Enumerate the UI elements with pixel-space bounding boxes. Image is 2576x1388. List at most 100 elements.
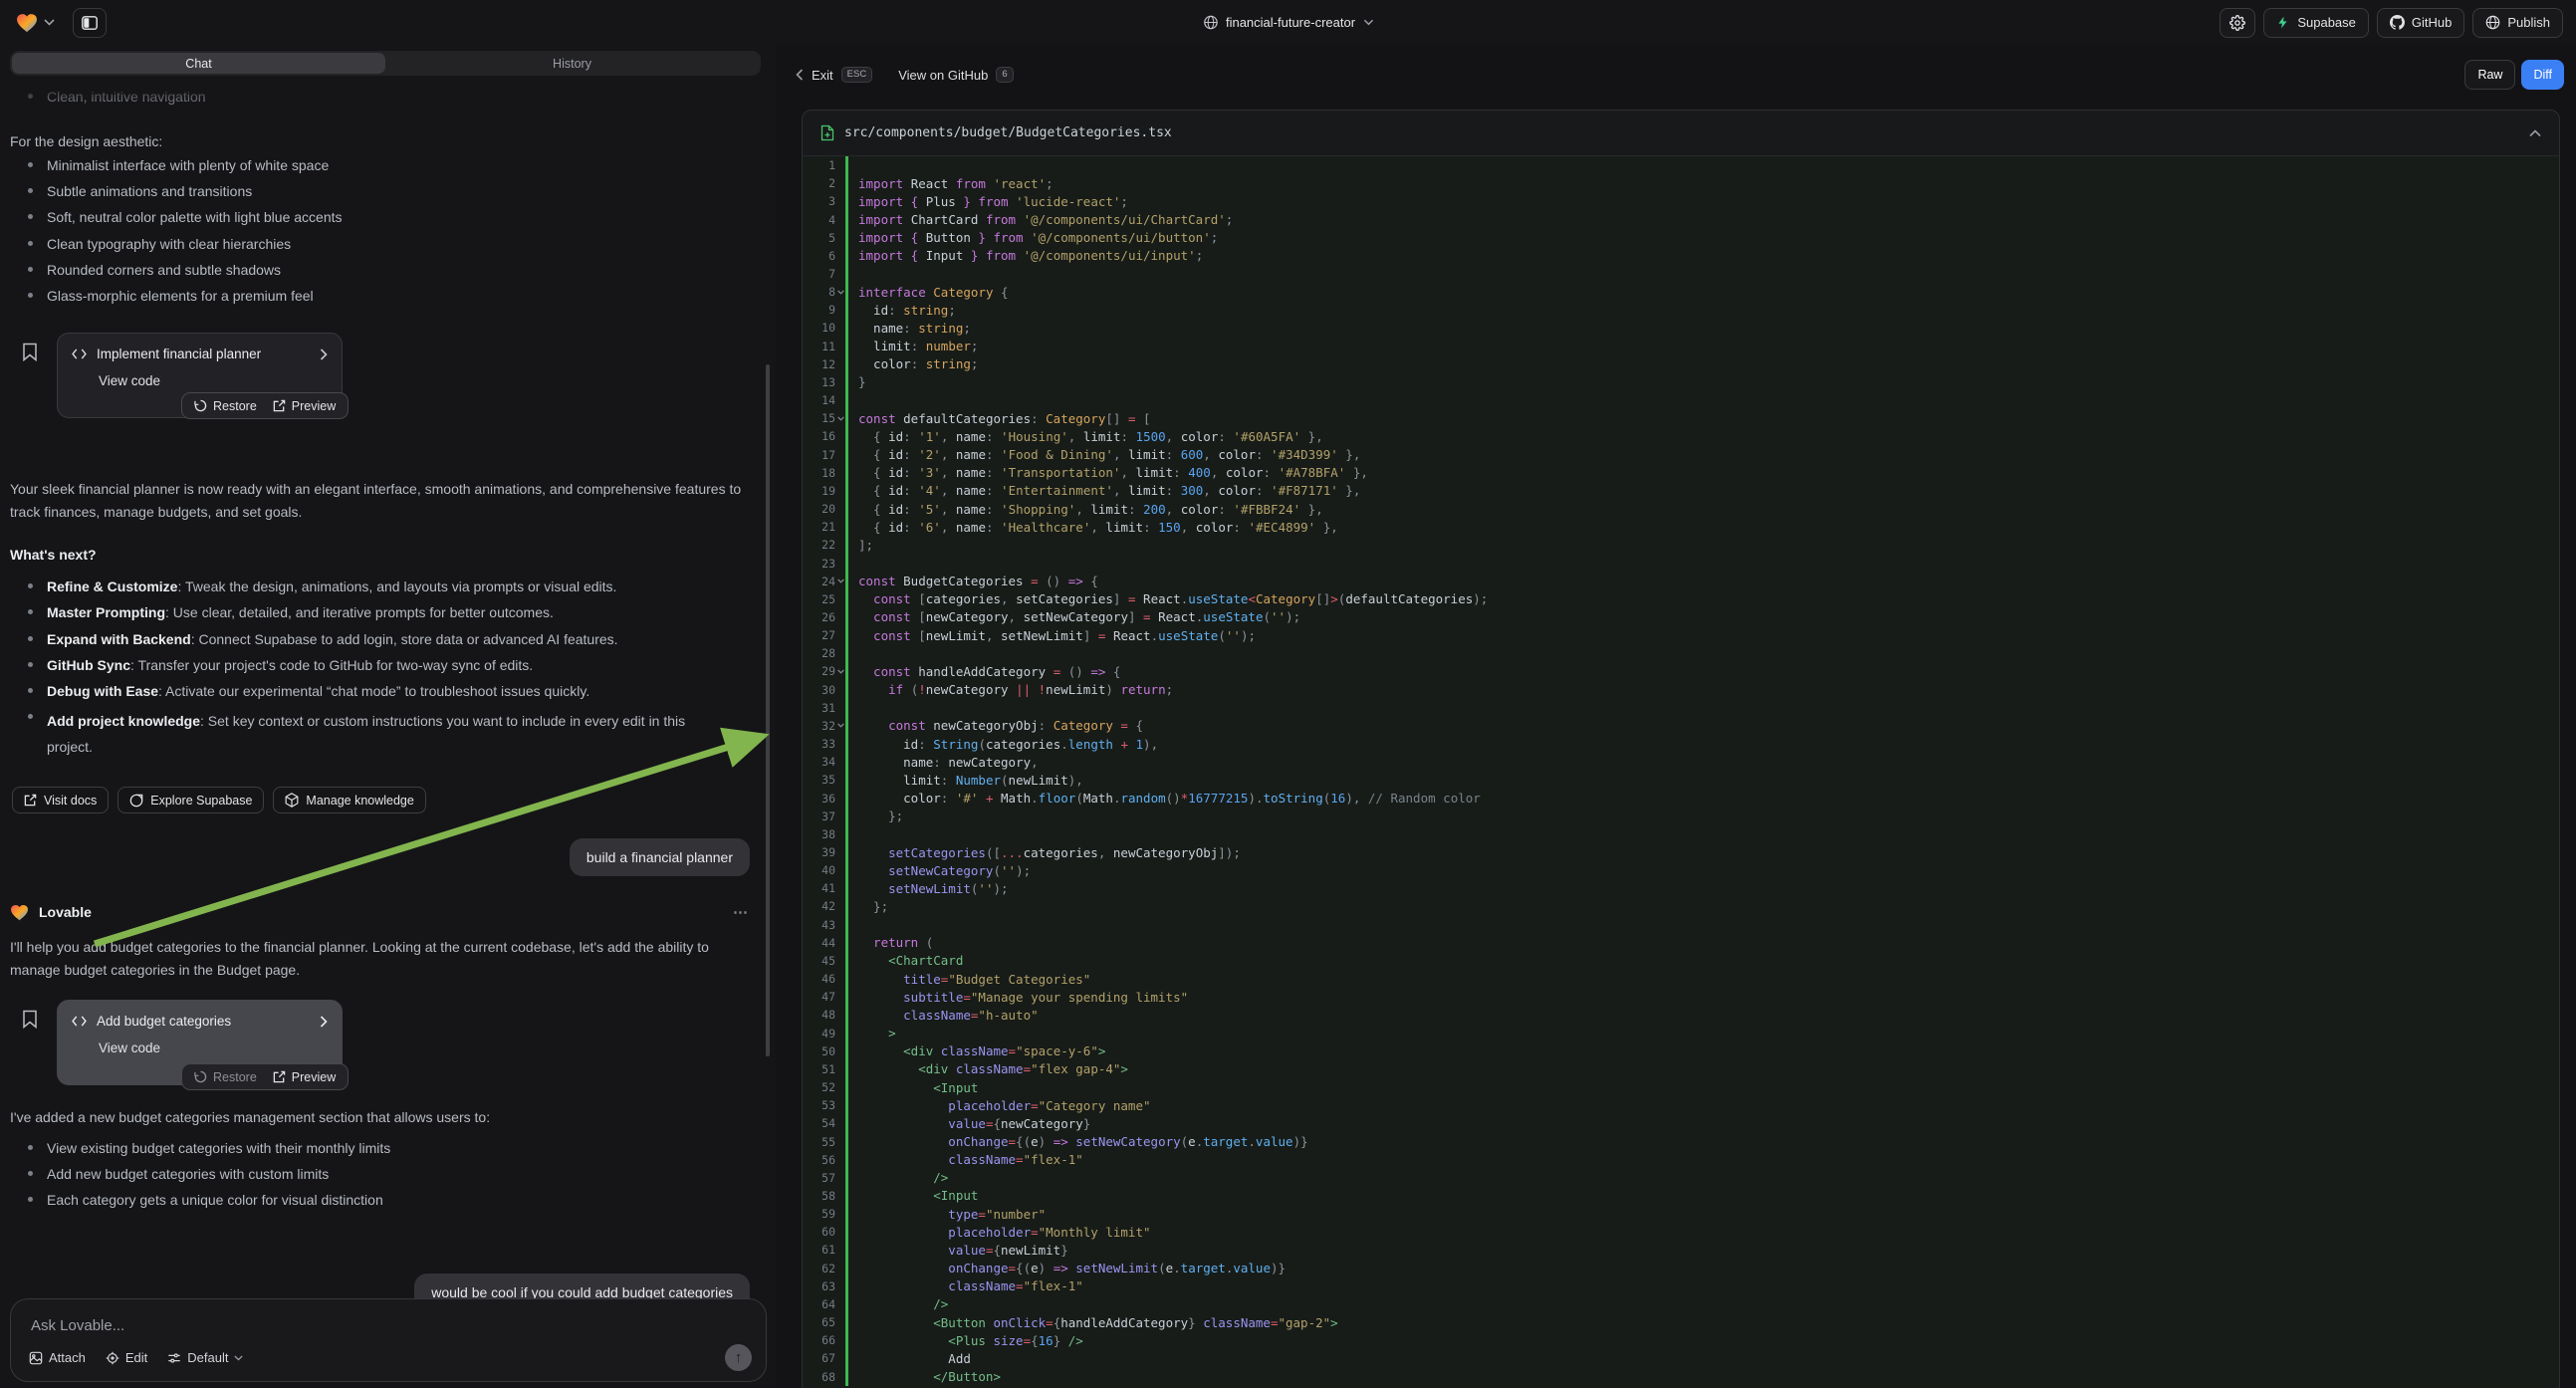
bookmark-icon[interactable]	[22, 1010, 38, 1029]
tab-history[interactable]: History	[385, 53, 759, 74]
list-item: Minimalist interface with plenty of whit…	[28, 156, 329, 174]
code-line: 23	[803, 554, 2559, 572]
edit-card-title: Add budget categories	[97, 1014, 231, 1029]
code-line: 20 { id: '5', name: 'Shopping', limit: 2…	[803, 500, 2559, 518]
code-line: 21 { id: '6', name: 'Healthcare', limit:…	[803, 518, 2559, 536]
code-area[interactable]: 12import React from 'react';3import { Pl…	[803, 156, 2559, 1388]
assistant-paragraph: I'll help you add budget categories to t…	[10, 936, 755, 982]
chevron-up-icon[interactable]	[2529, 129, 2541, 137]
github-button[interactable]: GitHub	[2377, 8, 2464, 38]
sidebar-toggle-button[interactable]	[73, 8, 107, 38]
fold-chevron-icon[interactable]	[835, 578, 845, 583]
code-line: 34 name: newCategory,	[803, 753, 2559, 771]
chevron-down-icon	[234, 1355, 243, 1361]
top-bar: financial-future-creator Supabase GitHub	[0, 0, 2576, 45]
file-path: src/components/budget/BudgetCategories.t…	[844, 125, 1172, 140]
code-icon	[72, 348, 87, 359]
diff-toggle-button[interactable]: Diff	[2521, 60, 2564, 90]
code-line: 40 setNewCategory('');	[803, 861, 2559, 879]
code-line: 52 <Input	[803, 1078, 2559, 1096]
list-item: GitHub Sync: Transfer your project's cod…	[28, 656, 755, 674]
more-menu-icon[interactable]: ⋯	[733, 903, 750, 921]
view-code-link[interactable]: View code	[99, 1041, 328, 1055]
list-item: Soft, neutral color palette with light b…	[28, 208, 343, 226]
code-line: 51 <div className="flex gap-4">	[803, 1060, 2559, 1078]
publish-button[interactable]: Publish	[2472, 8, 2563, 38]
supabase-button[interactable]: Supabase	[2263, 8, 2369, 38]
chevron-right-icon	[320, 1016, 328, 1028]
code-line: 68 </Button>	[803, 1367, 2559, 1385]
code-line: 25 const [categories, setCategories] = R…	[803, 590, 2559, 608]
fold-chevron-icon[interactable]	[835, 290, 845, 295]
restore-icon	[194, 399, 207, 412]
code-line: 47 subtitle="Manage your spending limits…	[803, 988, 2559, 1006]
project-name: financial-future-creator	[1226, 15, 1355, 30]
restore-button[interactable]: Restore	[194, 399, 257, 413]
code-line: 64 />	[803, 1295, 2559, 1313]
code-line: 17 { id: '2', name: 'Food & Dining', lim…	[803, 446, 2559, 464]
lovable-logo-menu[interactable]	[16, 13, 55, 33]
list-item: Subtle animations and transitions	[28, 182, 252, 200]
manage-knowledge-button[interactable]: Manage knowledge	[273, 787, 425, 813]
attach-button[interactable]: Attach	[29, 1350, 86, 1365]
send-button[interactable]: ↑	[725, 1344, 752, 1371]
chat-scrollbar[interactable]	[766, 364, 770, 1056]
fold-chevron-icon[interactable]	[835, 416, 845, 421]
code-line: 62 onChange={(e) => setNewLimit(e.target…	[803, 1260, 2559, 1277]
restore-preview-pill: Restore Preview	[181, 392, 349, 419]
tab-chat[interactable]: Chat	[12, 53, 385, 74]
settings-button[interactable]	[2220, 8, 2255, 38]
code-line: 45 <ChartCard	[803, 952, 2559, 970]
code-line: 14	[803, 391, 2559, 409]
restore-preview-pill: Restore Preview	[181, 1063, 349, 1090]
restore-button[interactable]: Restore	[194, 1070, 257, 1084]
code-panel-header: Exit ESC View on GitHub 6 Raw Diff	[776, 45, 2576, 105]
view-code-link[interactable]: View code	[99, 373, 328, 388]
prompt-input-box[interactable]: Ask Lovable... Attach Edit Default	[10, 1298, 767, 1382]
code-line: 26 const [newCategory, setNewCategory] =…	[803, 608, 2559, 626]
preview-button[interactable]: Preview	[273, 399, 336, 413]
code-line: 9 id: string;	[803, 301, 2559, 319]
chevron-down-icon	[1363, 19, 1373, 26]
code-line: 12 color: string;	[803, 355, 2559, 373]
code-line: 16 { id: '1', name: 'Housing', limit: 15…	[803, 427, 2559, 445]
list-item: Add new budget categories with custom li…	[28, 1165, 329, 1183]
supabase-icon	[2276, 15, 2290, 30]
code-line: 67 Add	[803, 1349, 2559, 1367]
code-line: 49 >	[803, 1025, 2559, 1042]
panel-left-icon	[82, 16, 98, 30]
list-item: Each category gets a unique color for vi…	[28, 1191, 383, 1209]
code-line: 27 const [newLimit, setNewLimit] = React…	[803, 626, 2559, 644]
code-line: 37 };	[803, 808, 2559, 825]
list-item: Clean typography with clear hierarchies	[28, 235, 291, 253]
preview-button[interactable]: Preview	[273, 1070, 336, 1084]
lovable-heart-icon	[10, 904, 29, 921]
visit-docs-button[interactable]: Visit docs	[12, 787, 109, 813]
code-line: 44 return (	[803, 934, 2559, 952]
esc-kbd: ESC	[841, 67, 873, 83]
code-line: 38	[803, 825, 2559, 843]
explore-supabase-button[interactable]: Explore Supabase	[117, 787, 264, 813]
exit-button[interactable]: Exit ESC	[796, 67, 872, 83]
project-selector[interactable]: financial-future-creator	[1203, 0, 1373, 45]
code-line: 30 if (!newCategory || !newLimit) return…	[803, 681, 2559, 699]
fold-chevron-icon[interactable]	[835, 723, 845, 728]
external-link-icon	[24, 794, 37, 807]
code-line: 50 <div className="space-y-6">	[803, 1042, 2559, 1060]
raw-toggle-button[interactable]: Raw	[2464, 60, 2515, 90]
fold-chevron-icon[interactable]	[835, 669, 845, 674]
model-selector[interactable]: Default	[167, 1350, 243, 1365]
bookmark-icon[interactable]	[22, 343, 38, 361]
code-line: 36 color: '#' + Math.floor(Math.random()…	[803, 789, 2559, 807]
code-icon	[72, 1016, 87, 1027]
code-line: 2import React from 'react';	[803, 174, 2559, 192]
code-line: 43	[803, 916, 2559, 934]
code-line: 31	[803, 699, 2559, 717]
file-path-bar[interactable]: src/components/budget/BudgetCategories.t…	[803, 111, 2559, 156]
code-line: 32 const newCategoryObj: Category = {	[803, 717, 2559, 735]
view-on-github-button[interactable]: View on GitHub 6	[898, 67, 1013, 83]
github-kbd: 6	[996, 67, 1013, 83]
edit-mode-button[interactable]: Edit	[106, 1350, 147, 1365]
list-item: Master Prompting: Use clear, detailed, a…	[28, 603, 755, 621]
assistant-paragraph: Your sleek financial planner is now read…	[10, 478, 755, 524]
